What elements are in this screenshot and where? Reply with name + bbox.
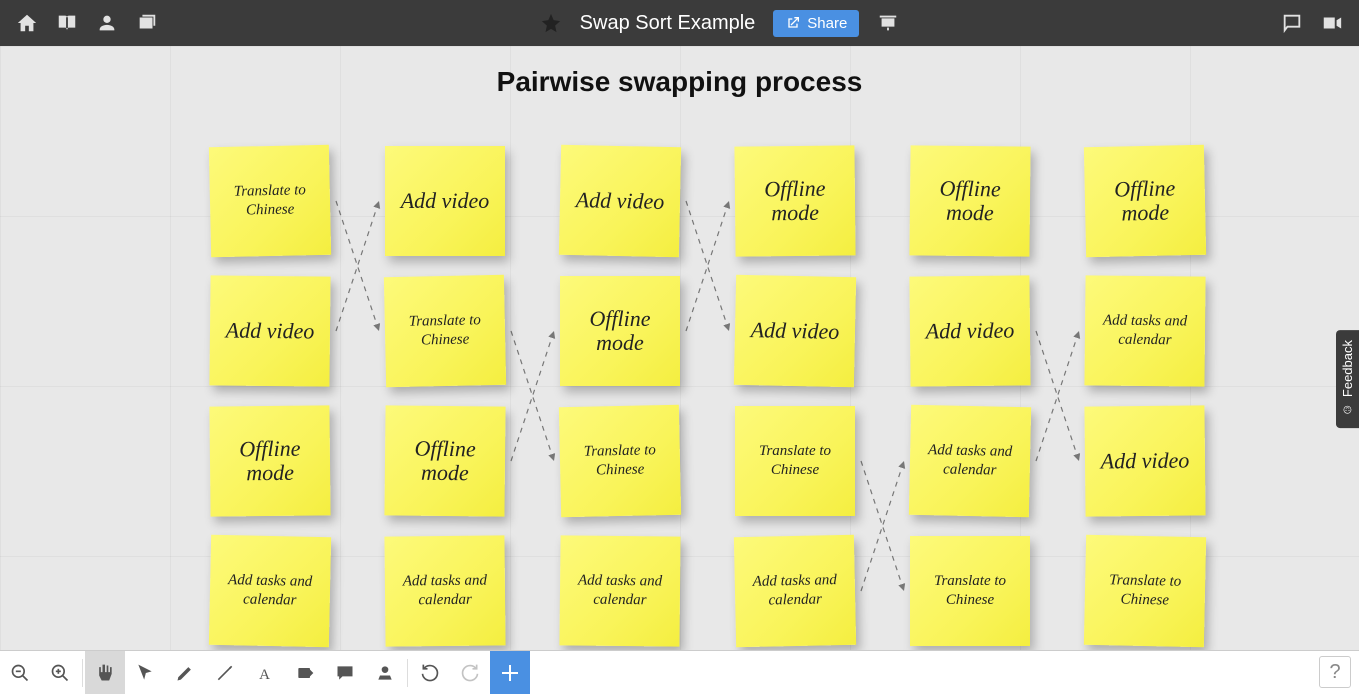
undo-button[interactable] [410,651,450,694]
sticky-note[interactable]: Add tasks and calendar [384,535,505,646]
frame-tool[interactable] [365,651,405,694]
sticky-note[interactable]: Offline mode [734,145,855,256]
text-tool[interactable]: A [245,651,285,694]
sticky-note[interactable]: Add video [734,275,856,387]
canvas-title[interactable]: Pairwise swapping process [0,66,1359,98]
select-tool[interactable] [125,651,165,694]
feedback-label: Feedback [1340,340,1355,397]
book-icon[interactable] [56,12,78,34]
swap-arrow [686,201,729,331]
redo-button[interactable] [450,651,490,694]
comment-tool[interactable] [325,651,365,694]
video-icon[interactable] [1321,12,1343,34]
swap-arrow [336,201,379,331]
canvas[interactable]: Pairwise swapping process Translate to C… [0,46,1359,650]
topbar-left [0,12,174,34]
pen-tool[interactable] [165,651,205,694]
zoom-out-button[interactable] [0,651,40,694]
swap-arrow [336,201,379,331]
swap-arrow [1036,331,1079,461]
topbar-right [1265,12,1359,34]
sticky-note[interactable]: Add tasks and calendar [734,535,856,647]
sticky-note[interactable]: Translate to Chinese [209,145,331,257]
bottombar: A ? [0,650,1359,694]
swap-arrow [686,201,729,331]
sticky-note[interactable]: Offline mode [209,405,330,516]
star-icon[interactable] [540,12,562,34]
sticky-note[interactable]: Translate to Chinese [1084,535,1206,647]
sticky-note[interactable]: Add tasks and calendar [909,405,1031,517]
sticky-note[interactable]: Add tasks and calendar [209,535,331,647]
topbar-center: Swap Sort Example Share [174,10,1265,37]
smiley-icon: ☺ [1340,403,1355,418]
add-button[interactable] [490,651,530,694]
swap-arrow [511,331,554,461]
chat-icon[interactable] [1281,12,1303,34]
svg-text:A: A [259,666,270,682]
sticky-note[interactable]: Add video [559,145,681,257]
line-tool[interactable] [205,651,245,694]
gallery-icon[interactable] [136,12,158,34]
sticky-note[interactable]: Offline mode [560,276,680,386]
pan-tool[interactable] [85,651,125,694]
sticky-note[interactable]: Add video [1084,405,1205,516]
person-icon[interactable] [96,12,118,34]
share-button[interactable]: Share [773,10,859,37]
sticky-note[interactable]: Translate to Chinese [384,275,506,387]
swap-arrow [861,461,904,591]
divider [82,659,83,687]
sticky-note[interactable]: Add tasks and calendar [1084,275,1205,386]
sticky-note[interactable]: Translate to Chinese [910,536,1030,646]
sticky-note[interactable]: Offline mode [1084,145,1206,257]
swap-arrow [1036,331,1079,461]
sticky-board: Translate to Chinese Add video Offline mod… [210,146,1270,650]
swap-arrow [511,331,554,461]
zoom-in-button[interactable] [40,651,80,694]
topbar: Swap Sort Example Share [0,0,1359,46]
swap-arrow [861,461,904,591]
sticky-note[interactable]: Offline mode [909,145,1030,256]
feedback-tab[interactable]: ☺ Feedback [1336,330,1359,428]
help-button[interactable]: ? [1319,656,1351,688]
present-icon[interactable] [877,12,899,34]
home-icon[interactable] [16,12,38,34]
sticky-note[interactable]: Add video [909,275,1030,386]
sticky-note[interactable]: Translate to Chinese [735,406,855,516]
sticky-note[interactable]: Offline mode [384,405,505,516]
sticky-note[interactable]: Add video [209,275,330,386]
shape-tool[interactable] [285,651,325,694]
sticky-note[interactable]: Translate to Chinese [559,405,681,517]
divider [407,659,408,687]
sticky-note[interactable]: Add video [385,146,505,256]
sticky-note[interactable]: Add tasks and calendar [559,535,680,646]
document-title[interactable]: Swap Sort Example [580,12,756,35]
share-button-label: Share [807,15,847,32]
